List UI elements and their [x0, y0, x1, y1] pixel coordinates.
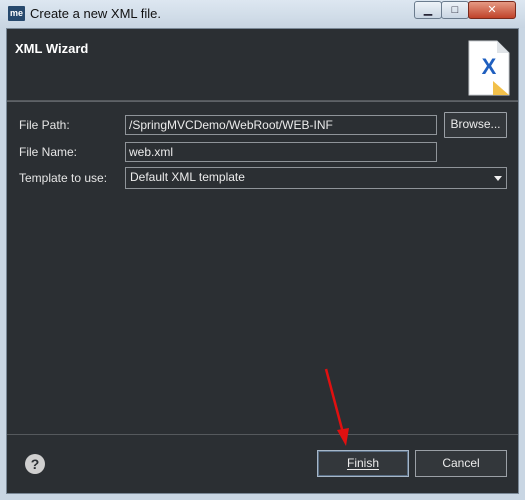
finish-button-label: Finish	[346, 456, 379, 470]
help-icon[interactable]: ?	[25, 454, 45, 474]
file-name-input[interactable]	[125, 142, 437, 162]
xml-file-icon: X	[468, 40, 510, 96]
minimize-icon: ▁	[423, 4, 433, 16]
maximize-icon: □	[451, 4, 459, 16]
cancel-button[interactable]: Cancel	[415, 450, 507, 477]
chevron-down-icon[interactable]	[494, 176, 502, 181]
maximize-button[interactable]: □	[441, 1, 469, 19]
header-divider	[7, 100, 518, 102]
close-icon: ✕	[487, 4, 497, 16]
template-label: Template to use:	[19, 171, 108, 185]
wizard-title: XML Wizard	[15, 41, 89, 56]
file-path-label: File Path:	[19, 118, 70, 132]
footer-divider	[7, 434, 518, 435]
template-selected-value: Default XML template	[130, 170, 245, 184]
file-path-input[interactable]	[125, 115, 437, 135]
dialog-content: XML Wizard X File Path: Browse... File N…	[6, 28, 519, 494]
finish-button[interactable]: Finish	[317, 450, 409, 477]
window-titlebar[interactable]: me Create a new XML file. ▁ □ ✕	[0, 0, 525, 28]
template-select[interactable]: Default XML template	[125, 167, 507, 189]
minimize-button[interactable]: ▁	[414, 1, 442, 19]
browse-button[interactable]: Browse...	[444, 112, 507, 138]
window-title: Create a new XML file.	[30, 6, 162, 21]
xml-icon-letter: X	[482, 54, 497, 79]
close-button[interactable]: ✕	[468, 1, 516, 19]
app-icon: me	[8, 6, 25, 21]
file-name-label: File Name:	[19, 145, 78, 159]
